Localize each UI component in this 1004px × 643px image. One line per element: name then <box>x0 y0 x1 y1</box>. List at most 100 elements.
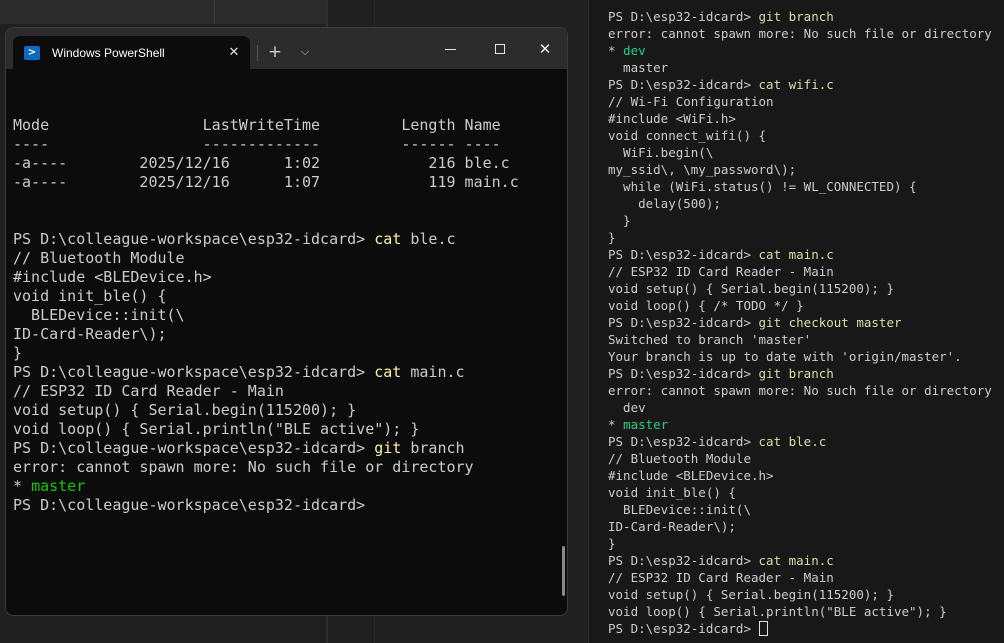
line-text: void setup() { Serial.begin(115200); } <box>608 587 894 602</box>
terminal-line: ID-Card-Reader\); <box>13 325 567 344</box>
terminal-line: void init_ble() { <box>608 484 1004 501</box>
line-text: Mode LastWriteTime Length Name <box>13 116 501 134</box>
terminal-line: -a---- 2025/12/16 1:07 119 main.c <box>13 173 567 192</box>
terminal-line: // ESP32 ID Card Reader - Main <box>608 569 1004 586</box>
terminal-line: -a---- 2025/12/16 1:02 216 ble.c <box>13 154 567 173</box>
terminal-line: ---- ------------- ------ ---- <box>13 135 567 154</box>
terminal-line: PS D:\esp32-idcard> <box>608 620 1004 637</box>
chevron-down-icon[interactable]: ⌵ <box>294 41 316 63</box>
terminal-line: void setup() { Serial.begin(115200); } <box>608 280 1004 297</box>
terminal-line: PS D:\esp32-idcard> cat main.c <box>608 246 1004 263</box>
terminal-panel-right[interactable]: PS D:\esp32-idcard> git branch error: can… <box>588 0 1004 643</box>
terminal-line: void connect_wifi() { <box>608 127 1004 144</box>
title-bar[interactable]: > Windows PowerShell ✕ + ⌵ ✕ <box>6 28 567 69</box>
terminal-line: error: cannot spawn more: No such file o… <box>608 382 1004 399</box>
line-text: #include <WiFi.h> <box>608 111 736 126</box>
terminal-line: } <box>13 344 567 363</box>
line-text: void loop() { Serial.println("BLE active… <box>608 604 947 619</box>
line-text: PS D:\esp32-idcard> <box>608 434 759 449</box>
line-text: BLEDevice::init(\ <box>13 306 185 324</box>
close-window-button[interactable]: ✕ <box>530 38 560 60</box>
command-text: cat main.c <box>758 247 834 262</box>
line-text: // Wi-Fi Configuration <box>608 94 774 109</box>
terminal-line: BLEDevice::init(\ <box>608 501 1004 518</box>
line-text: void init_ble() { <box>608 485 736 500</box>
terminal-line: PS D:\colleague-workspace\esp32-idcard> <box>13 496 567 515</box>
terminal-line: WiFi.begin(\ <box>608 144 1004 161</box>
text-cursor <box>758 621 768 636</box>
line-text: void setup() { Serial.begin(115200); } <box>608 281 894 296</box>
terminal-line: // Bluetooth Module <box>608 450 1004 467</box>
command-keyword: git <box>374 439 402 457</box>
line-text: ID-Card-Reader\); <box>13 325 167 343</box>
terminal-line: #include <BLEDevice.h> <box>608 467 1004 484</box>
terminal-line: Your branch is up to date with 'origin/m… <box>608 348 1004 365</box>
line-text: PS D:\esp32-idcard> <box>608 77 759 92</box>
new-tab-button[interactable]: + <box>264 41 286 63</box>
line-text: dev <box>608 400 646 415</box>
background-window-titlebar <box>0 0 326 24</box>
terminal-line: ID-Card-Reader\); <box>608 518 1004 535</box>
terminal-line: my_ssid\, \my_password\); <box>608 161 1004 178</box>
line-text: PS D:\esp32-idcard> <box>608 247 759 262</box>
line-text: void loop() { Serial.println("BLE active… <box>13 420 420 438</box>
line-text: error: cannot spawn more: No such file o… <box>608 26 992 41</box>
scrollbar[interactable] <box>562 546 565 596</box>
terminal-line: void loop() { Serial.println("BLE active… <box>13 420 567 439</box>
terminal-line: // Bluetooth Module <box>13 249 567 268</box>
line-text: // Bluetooth Module <box>608 451 751 466</box>
line-text: * <box>608 417 624 432</box>
close-tab-icon[interactable]: ✕ <box>224 43 244 63</box>
line-text: PS D:\colleague-workspace\esp32-idcard> <box>13 439 375 457</box>
terminal-line: BLEDevice::init(\ <box>13 306 567 325</box>
terminal-line: // Wi-Fi Configuration <box>608 93 1004 110</box>
terminal-line: PS D:\esp32-idcard> git branch <box>608 8 1004 25</box>
line-text: PS D:\colleague-workspace\esp32-idcard> <box>13 230 375 248</box>
terminal-line: #include <BLEDevice.h> <box>13 268 567 287</box>
terminal-line: PS D:\esp32-idcard> cat main.c <box>608 552 1004 569</box>
terminal-output[interactable]: Mode LastWriteTime Length Name ---- -----… <box>6 69 567 615</box>
terminal-line: * master <box>13 477 567 496</box>
current-branch: master <box>623 417 669 432</box>
tab-divider <box>257 45 258 61</box>
maximize-icon <box>495 44 505 54</box>
minimize-button[interactable] <box>435 38 465 60</box>
line-text: * <box>13 477 32 495</box>
terminal-line: void setup() { Serial.begin(115200); } <box>608 586 1004 603</box>
terminal-line: // ESP32 ID Card Reader - Main <box>608 263 1004 280</box>
line-text: PS D:\esp32-idcard> <box>608 9 759 24</box>
terminal-line: PS D:\esp32-idcard> cat wifi.c <box>608 76 1004 93</box>
terminal-line: } <box>608 535 1004 552</box>
maximize-button[interactable] <box>485 38 515 60</box>
line-text: PS D:\esp32-idcard> <box>608 621 759 636</box>
command-text: cat main.c <box>758 553 834 568</box>
tab-windows-powershell[interactable]: > Windows PowerShell ✕ <box>13 36 250 69</box>
line-text: delay(500); <box>608 196 721 211</box>
command-text: git branch <box>758 9 834 24</box>
line-text: // ESP32 ID Card Reader - Main <box>608 570 834 585</box>
terminal-line: PS D:\esp32-idcard> git branch <box>608 365 1004 382</box>
line-text: -a---- 2025/12/16 1:02 216 ble.c <box>13 154 510 172</box>
line-text: PS D:\esp32-idcard> <box>608 366 759 381</box>
line-text: -a---- 2025/12/16 1:07 119 main.c <box>13 173 519 191</box>
command-argument: ble.c <box>401 230 456 248</box>
terminal-line: * master <box>608 416 1004 433</box>
line-text: // Bluetooth Module <box>13 249 185 267</box>
line-text: Switched to branch 'master' <box>608 332 812 347</box>
command-text: cat ble.c <box>758 434 827 449</box>
line-text: PS D:\esp32-idcard> <box>608 553 759 568</box>
line-text: ID-Card-Reader\); <box>608 519 736 534</box>
line-text: Your branch is up to date with 'origin/m… <box>608 349 962 364</box>
line-text: void connect_wifi() { <box>608 128 767 143</box>
line-text: } <box>608 536 616 551</box>
command-argument: main.c <box>401 363 465 381</box>
line-text: #include <BLEDevice.h> <box>13 268 212 286</box>
command-text: cat wifi.c <box>758 77 834 92</box>
terminal-line: PS D:\colleague-workspace\esp32-idcard> … <box>13 230 567 249</box>
line-text: PS D:\colleague-workspace\esp32-idcard> <box>13 496 366 514</box>
current-branch: dev <box>623 43 646 58</box>
line-text: error: cannot spawn more: No such file o… <box>608 383 992 398</box>
line-text: while (WiFi.status() != WL_CONNECTED) { <box>608 179 917 194</box>
terminal-line: error: cannot spawn more: No such file o… <box>13 458 567 477</box>
line-text: } <box>13 344 23 362</box>
